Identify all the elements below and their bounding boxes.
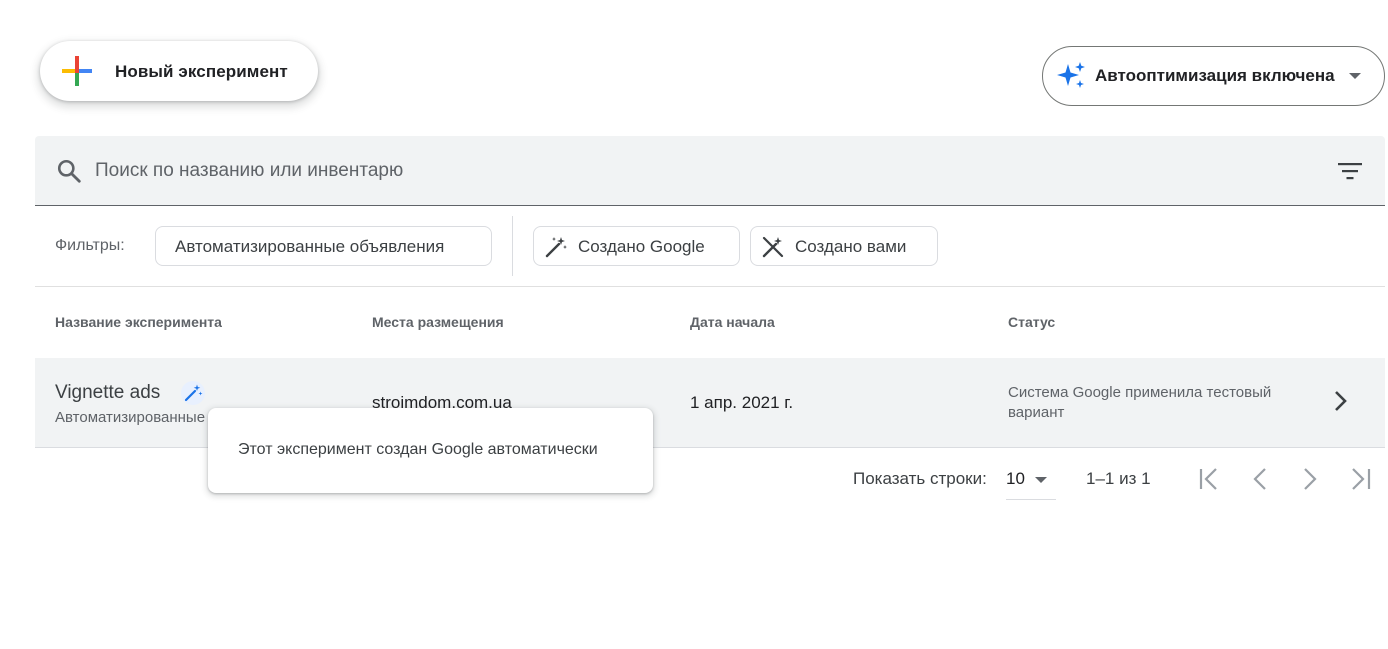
chip-created-by-you[interactable]: Создано вами xyxy=(750,226,938,266)
next-page-icon[interactable] xyxy=(1297,466,1323,492)
experiment-type: Автоматизированные объявления xyxy=(55,409,207,426)
column-header-status[interactable]: Статус xyxy=(1008,314,1055,330)
tooltip: Этот эксперимент создан Google автоматич… xyxy=(208,408,653,493)
chevron-down-icon xyxy=(1349,73,1361,79)
search-icon xyxy=(57,159,81,183)
new-experiment-button[interactable]: Новый эксперимент xyxy=(40,41,318,101)
prev-page-icon[interactable] xyxy=(1247,466,1273,492)
autooptimization-label: Автооптимизация включена xyxy=(1095,66,1335,85)
chip-automated-ads[interactable]: Автоматизированные объявления xyxy=(155,226,492,266)
search-input[interactable] xyxy=(95,154,1295,188)
divider xyxy=(512,216,513,276)
experiment-name: Vignette ads xyxy=(55,382,161,403)
chip-label: Автоматизированные объявления xyxy=(175,237,445,256)
first-page-icon[interactable] xyxy=(1197,466,1223,492)
status-value: Система Google применила тестовый вариан… xyxy=(1008,384,1272,421)
magic-wand-icon xyxy=(545,237,567,258)
pagination-range: 1–1 из 1 xyxy=(1086,469,1151,488)
sparkle-icon xyxy=(1057,62,1085,88)
tooltip-text: Этот эксперимент создан Google автоматич… xyxy=(238,441,598,458)
divider xyxy=(35,286,1385,287)
chevron-right-icon[interactable] xyxy=(1330,388,1352,414)
chip-label: Создано вами xyxy=(795,237,907,256)
last-page-icon[interactable] xyxy=(1347,466,1373,492)
rows-per-page-select[interactable]: 10 xyxy=(1006,460,1056,500)
chevron-down-icon xyxy=(1035,477,1047,483)
new-experiment-label: Новый эксперимент xyxy=(115,62,288,81)
search-bar xyxy=(35,136,1385,206)
column-header-placements[interactable]: Места размещения xyxy=(372,314,504,330)
column-header-name[interactable]: Название эксперимента xyxy=(55,314,222,330)
column-header-start-date[interactable]: Дата начала xyxy=(690,314,775,330)
chip-label: Создано Google xyxy=(578,237,705,256)
filter-icon[interactable] xyxy=(1337,160,1363,182)
wand-off-icon xyxy=(762,236,784,258)
filters-label: Фильтры: xyxy=(55,237,125,254)
rows-per-page-value: 10 xyxy=(1006,469,1025,488)
chip-created-by-google[interactable]: Создано Google xyxy=(533,226,740,266)
rows-per-page-label: Показать строки: xyxy=(853,469,987,488)
start-date-value: 1 апр. 2021 г. xyxy=(690,393,794,412)
magic-wand-icon[interactable] xyxy=(181,381,205,405)
plus-icon xyxy=(62,56,92,86)
autooptimization-dropdown[interactable]: Автооптимизация включена xyxy=(1042,46,1385,106)
